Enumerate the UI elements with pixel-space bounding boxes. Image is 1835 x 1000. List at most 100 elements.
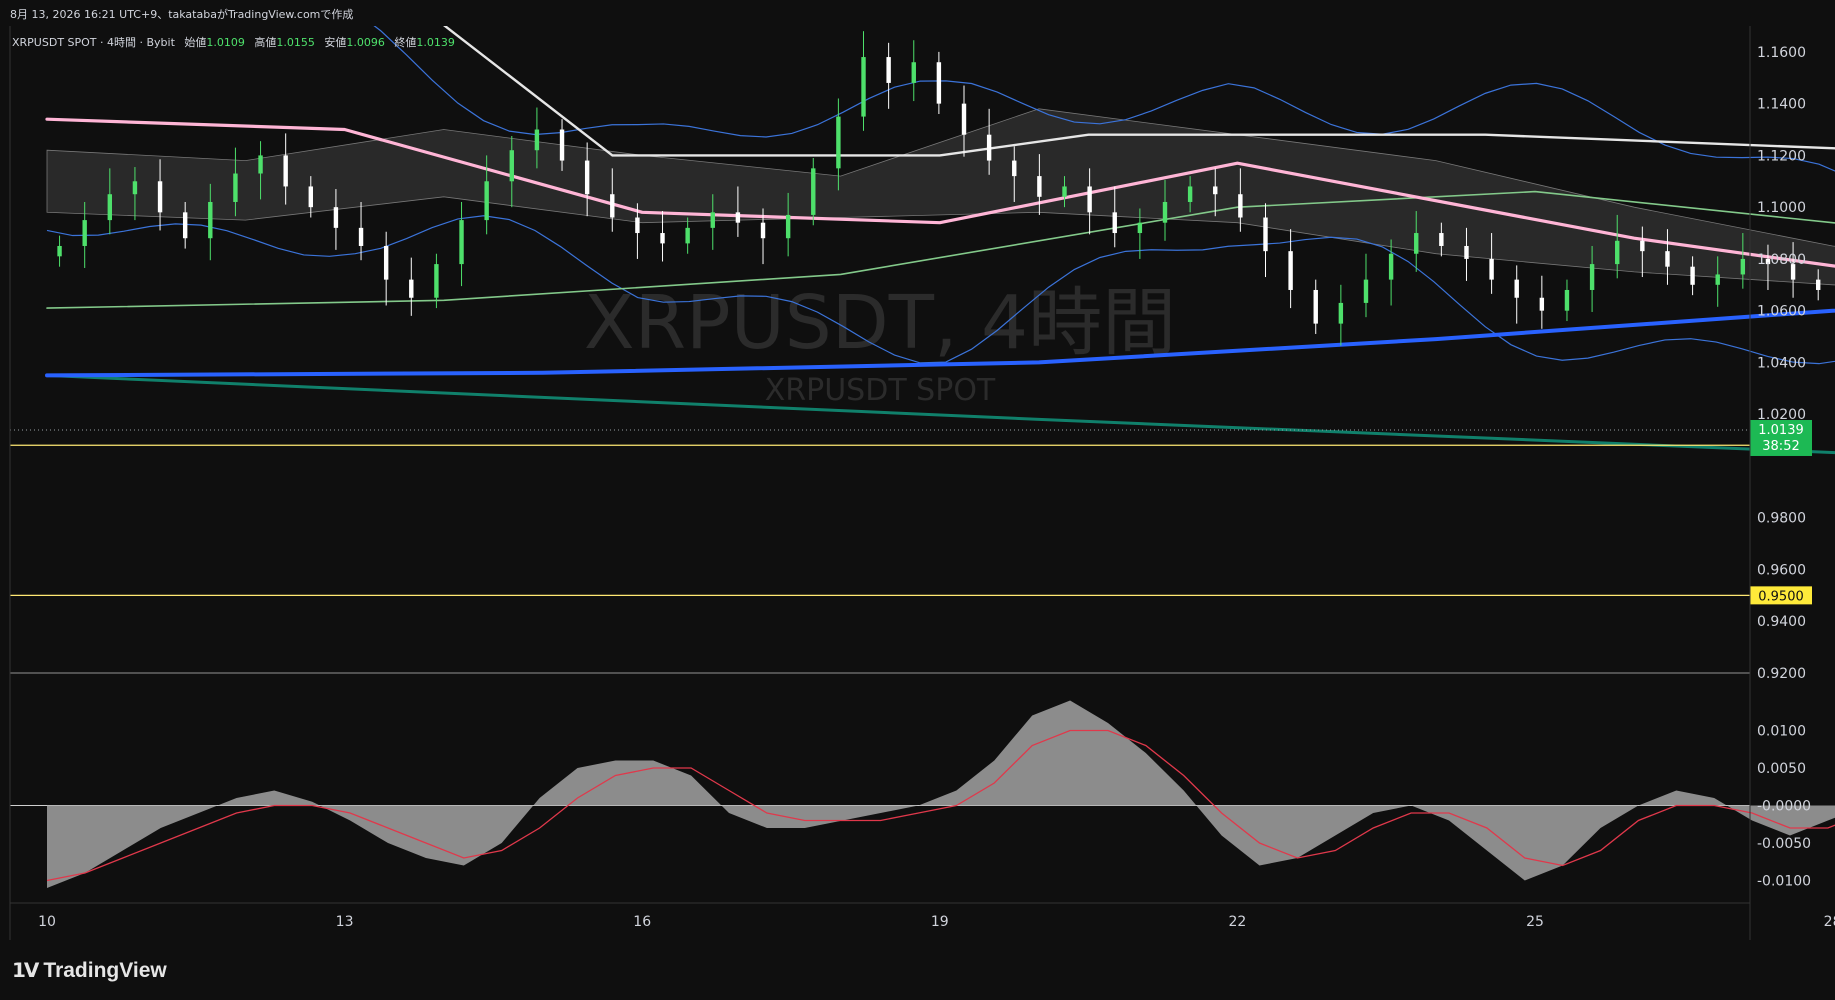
candle-body — [1012, 160, 1017, 177]
candle-body — [1690, 266, 1695, 285]
tradingview-logo[interactable]: 𝟭𝗩 TradingView — [12, 958, 167, 983]
price-tick-label: 1.0400 — [1757, 355, 1806, 371]
candle-body — [1187, 186, 1193, 202]
candle-body — [610, 194, 615, 218]
candle-body — [1489, 258, 1494, 280]
candle-body — [1589, 264, 1595, 290]
candle-body — [233, 173, 238, 202]
legend-open-value: 1.0109 — [206, 36, 245, 49]
candle-body — [1263, 217, 1268, 252]
candle-body — [1213, 186, 1218, 195]
candle-body — [1715, 274, 1720, 285]
time-tick-label: 10 — [38, 914, 56, 930]
candle-body — [132, 181, 138, 195]
candle-body — [157, 181, 163, 213]
chart-canvas[interactable]: XRPUSDT, 4時間 XRPUSDT SPOT 1.00800.95001.… — [0, 0, 1835, 1000]
candle-body — [1137, 222, 1143, 234]
macd-tick-label: 0.0050 — [1757, 761, 1806, 777]
candle-body — [1564, 289, 1570, 311]
candle-body — [861, 57, 866, 117]
candle-body — [1112, 212, 1117, 234]
candle-body — [358, 227, 364, 246]
candle-body — [1514, 279, 1519, 298]
legend-high-label: 高値 — [254, 36, 277, 49]
candle-body — [785, 214, 791, 239]
candle-body — [1288, 251, 1293, 290]
price-tick-label: 0.9400 — [1757, 614, 1806, 630]
price-tick-label: 0.9800 — [1757, 511, 1806, 527]
macd-tick-label: -0.0100 — [1757, 874, 1811, 890]
candle-body — [1338, 302, 1344, 324]
footer-bar — [0, 940, 1835, 1000]
candle-body — [1162, 201, 1168, 223]
time-tick-label: 25 — [1526, 914, 1544, 930]
candle-body — [911, 62, 916, 83]
candle-body — [208, 201, 213, 239]
price-tick-label: 0.9600 — [1757, 562, 1806, 578]
candle-body — [57, 245, 62, 257]
candle-body — [509, 150, 514, 182]
candle-body — [760, 222, 766, 239]
legend-low-value: 1.0096 — [346, 36, 385, 49]
candle-body — [1363, 279, 1369, 303]
time-tick-label: 22 — [1228, 914, 1246, 930]
macd-tick-label: 0.0100 — [1757, 724, 1806, 740]
tradingview-icon: 𝟭𝗩 — [12, 960, 39, 982]
candle-body — [559, 129, 565, 161]
candle-body — [886, 57, 891, 83]
candle-body — [685, 227, 690, 244]
macd-tick-label: -0.0050 — [1757, 836, 1811, 852]
legend-high-value: 1.0155 — [276, 36, 315, 49]
header-caption: 8月 13, 2026 16:21 UTC+9、takatabaがTrading… — [10, 8, 354, 21]
candle-body — [1665, 251, 1670, 267]
price-tick-label: 1.0800 — [1757, 252, 1806, 268]
price-tick-label: 0.9200 — [1757, 666, 1806, 682]
candle-body — [434, 264, 439, 298]
legend-symbol: XRPUSDT SPOT · 4時間 · Bybit — [12, 36, 175, 49]
candle-body — [660, 233, 665, 244]
candle-body — [1640, 240, 1645, 252]
candle-body — [182, 212, 188, 239]
candle-body — [107, 194, 113, 221]
candle-body — [1816, 279, 1821, 290]
candle-body — [459, 220, 464, 265]
candle-body — [308, 186, 313, 208]
candle-body — [1439, 233, 1444, 246]
candle-body — [936, 62, 942, 104]
candle-body — [1062, 186, 1067, 197]
legend-close-label: 終値 — [394, 36, 417, 49]
time-tick-label: 13 — [336, 914, 354, 930]
candle-body — [1615, 240, 1620, 265]
brand-name: TradingView — [43, 958, 167, 982]
candle-body — [836, 116, 841, 169]
macd-tick-label: -0.0000 — [1757, 799, 1811, 815]
candle-body — [635, 217, 640, 234]
watermark-small: XRPUSDT SPOT — [765, 373, 996, 408]
candle-body — [811, 168, 816, 215]
candle-body — [735, 212, 741, 223]
candle-body — [283, 155, 288, 187]
candle-body — [1740, 258, 1746, 275]
candle-body — [409, 279, 414, 298]
price-tick-label: 1.0600 — [1757, 304, 1806, 320]
candle-body — [1037, 176, 1042, 197]
current-price-label: 1.0139 — [1758, 423, 1804, 438]
symbol-legend[interactable]: XRPUSDT SPOT · 4時間 · Bybit 始値1.0109 高値1.… — [12, 34, 455, 50]
chart-header: 8月 13, 2026 16:21 UTC+9、takatabaがTrading… — [0, 0, 1835, 26]
candle-body — [961, 103, 967, 135]
candle-body — [258, 155, 263, 174]
watermark-big: XRPUSDT, 4時間 — [584, 280, 1176, 366]
candle-body — [1313, 289, 1318, 324]
candle-body — [333, 207, 339, 228]
candle-body — [1087, 186, 1092, 213]
candle-body — [1414, 233, 1419, 254]
price-tick-label: 1.1200 — [1757, 148, 1806, 164]
candle-body — [986, 134, 992, 161]
candle-body — [710, 212, 715, 228]
time-tick-label: 19 — [931, 914, 949, 930]
price-tick-label: 1.1600 — [1757, 45, 1806, 61]
countdown-label: 38:52 — [1762, 439, 1799, 454]
candle-body — [383, 245, 389, 280]
candle-body — [534, 129, 540, 151]
level-badge-label: 0.9500 — [1758, 589, 1804, 604]
